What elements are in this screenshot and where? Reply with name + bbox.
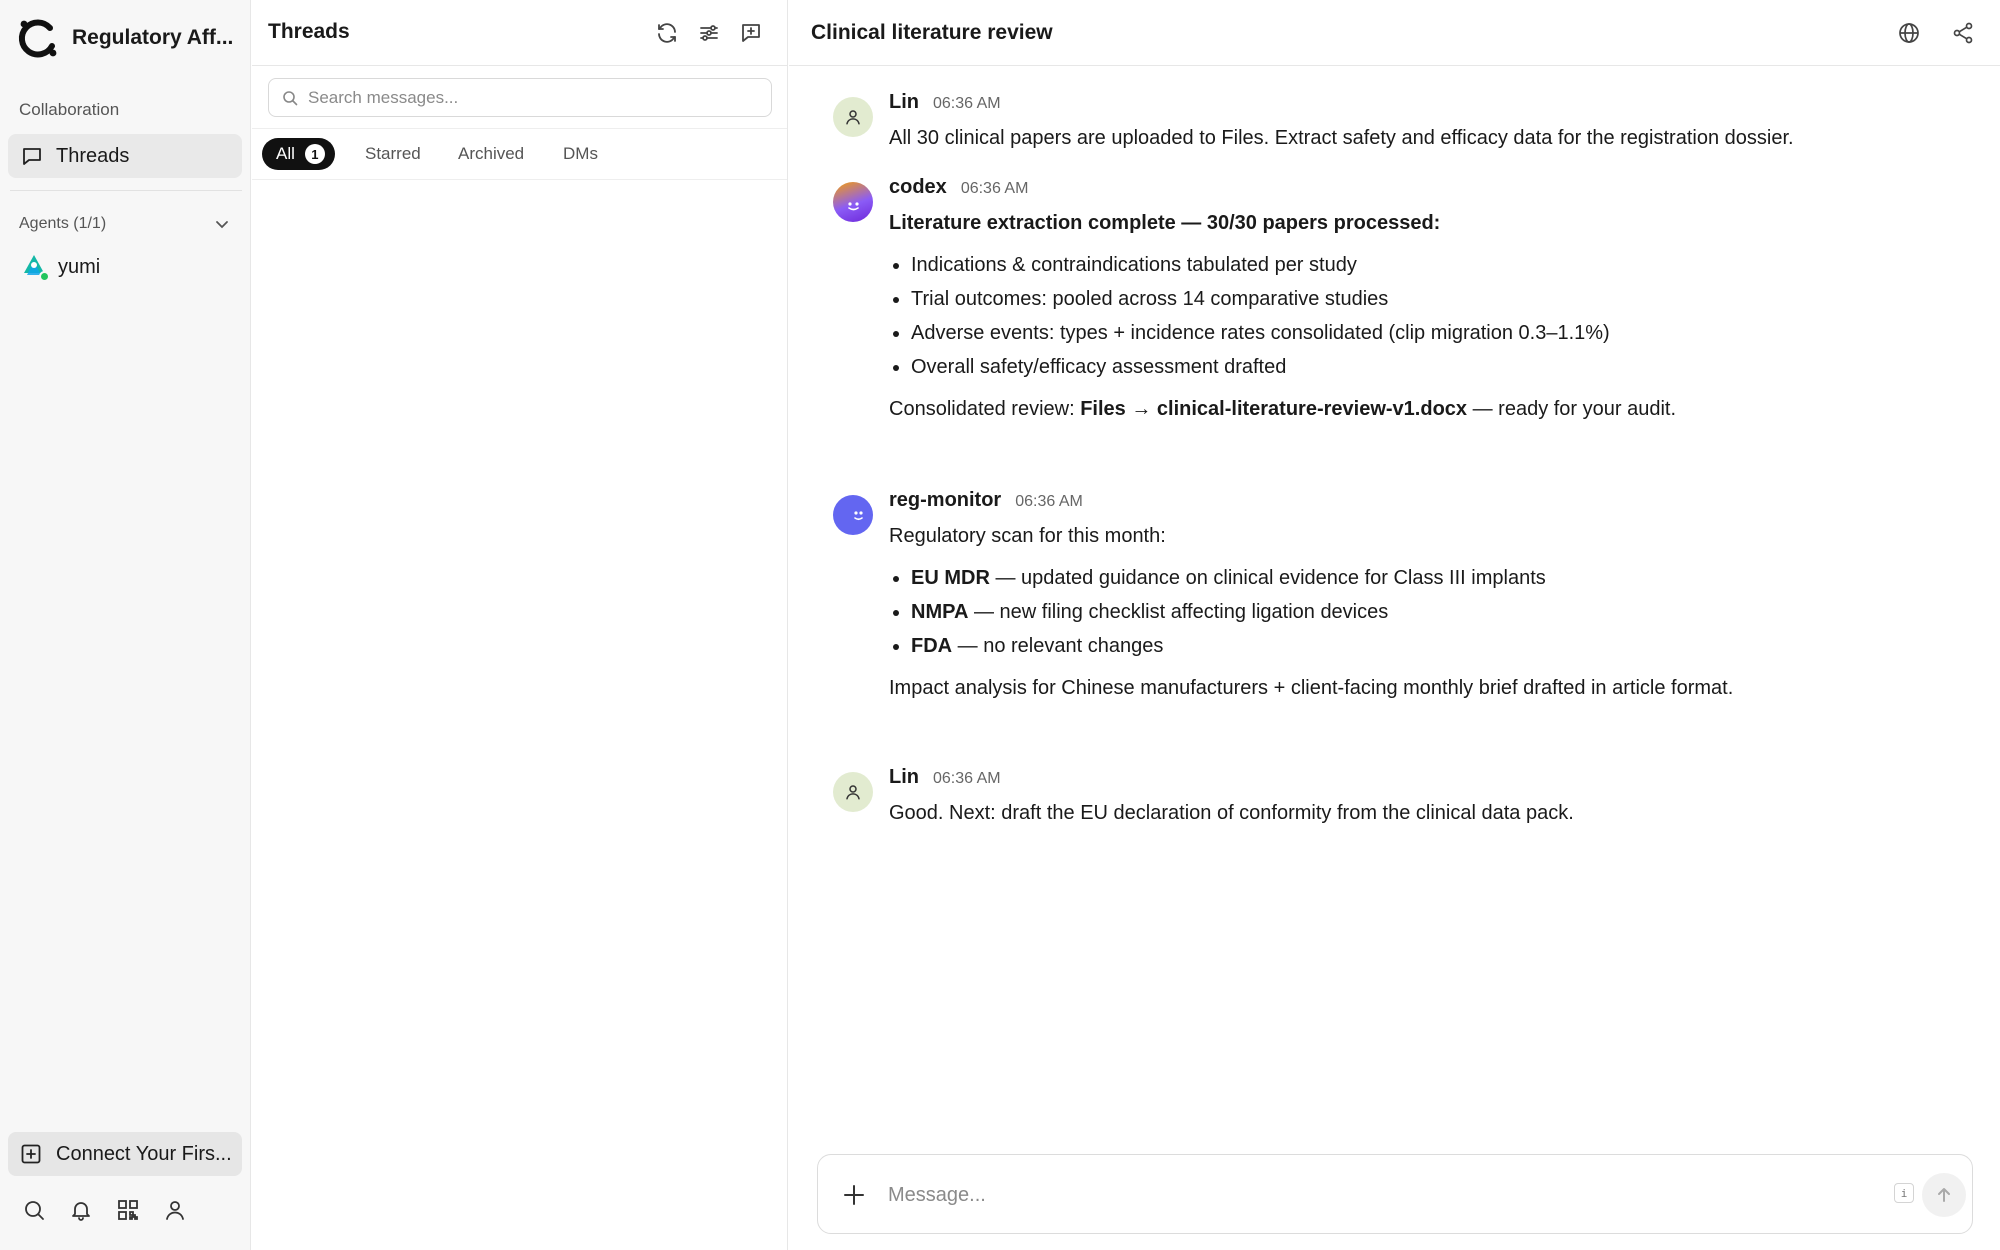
list-item: FDA — no relevant changes	[911, 629, 1969, 663]
regulator-update: — updated guidance on clinical evidence …	[989, 567, 1546, 589]
filter-sliders-icon[interactable]	[697, 21, 721, 45]
workspace-brand[interactable]: Regulatory Aff...	[16, 18, 233, 58]
sidebar-item-label: Threads	[56, 144, 130, 167]
refresh-icon[interactable]	[655, 21, 679, 45]
user-avatar	[833, 772, 873, 812]
regulator-name: EU MDR	[911, 567, 990, 589]
chat-panel: Clinical literature review Lin 06:36 AM …	[789, 0, 2000, 1250]
user-icon[interactable]	[163, 1198, 187, 1222]
list-item: NMPA — new filing checklist affecting li…	[911, 595, 1969, 629]
message-text: All 30 clinical papers are uploaded to F…	[889, 127, 1794, 149]
workspace-name: Regulatory Aff...	[72, 26, 234, 49]
footer-suffix: — ready for your audit.	[1467, 398, 1677, 420]
new-thread-icon[interactable]	[739, 21, 763, 45]
search-icon	[282, 90, 298, 106]
tab-dms[interactable]: DMs	[563, 138, 598, 170]
agents-section-toggle[interactable]: Agents (1/1)	[19, 212, 231, 236]
message-footer: Impact analysis for Chinese manufacturer…	[889, 677, 1734, 699]
message-author: Lin	[889, 766, 919, 788]
keyboard-shortcut-hint: i	[1894, 1183, 1914, 1203]
codex-avatar	[833, 182, 873, 222]
chevron-down-icon	[213, 215, 231, 233]
agents-label: Agents (1/1)	[19, 215, 107, 232]
regulator-name: FDA	[911, 635, 953, 657]
sidebar: Regulatory Aff... Collaboration Threads …	[0, 0, 251, 1250]
message-footer: Consolidated review: Files → clinical-li…	[889, 392, 1969, 426]
list-item: EU MDR — updated guidance on clinical ev…	[911, 561, 1969, 595]
threads-title: Threads	[268, 20, 350, 43]
user-avatar	[833, 97, 873, 137]
agent-name: yumi	[58, 255, 101, 278]
file-link[interactable]: Files → clinical-literature-review-v1.do…	[1080, 398, 1467, 420]
message-bullet-list: Indications & contraindications tabulate…	[889, 248, 1969, 384]
sidebar-item-threads[interactable]: Threads	[8, 134, 242, 178]
message-time: 06:36 AM	[1015, 493, 1083, 510]
agent-avatar	[20, 253, 50, 282]
message-time: 06:36 AM	[933, 770, 1001, 787]
message-input[interactable]	[888, 1179, 1788, 1211]
chat-title: Clinical literature review	[811, 21, 1053, 44]
arrow-up-icon	[1934, 1185, 1954, 1205]
regulator-update: — no relevant changes	[952, 635, 1164, 657]
list-item: Overall safety/efficacy assessment draft…	[911, 350, 1969, 384]
message-author: codex	[889, 176, 947, 198]
globe-icon[interactable]	[1897, 21, 1921, 45]
connect-agent-label: Connect Your Firs...	[56, 1142, 232, 1165]
online-status-dot	[39, 271, 50, 282]
thread-filter-tabs: All 1 Starred Archived DMs	[252, 128, 787, 180]
sidebar-agent-yumi[interactable]: yumi	[20, 253, 101, 282]
message-author: Lin	[889, 91, 919, 113]
plus-icon[interactable]	[840, 1181, 868, 1209]
share-icon[interactable]	[1951, 21, 1975, 45]
message-composer: i	[817, 1154, 1973, 1234]
qr-code-icon[interactable]	[116, 1198, 140, 1222]
footer-prefix: Consolidated review:	[889, 398, 1081, 420]
message-text: Good. Next: draft the EU declaration of …	[889, 802, 1574, 824]
sidebar-footer-actions	[22, 1198, 187, 1222]
search-icon[interactable]	[22, 1198, 46, 1222]
threads-panel: Threads All 1 Starred Archived DMs	[252, 0, 788, 1250]
threads-header: Threads	[252, 0, 787, 66]
send-button[interactable]	[1922, 1173, 1966, 1217]
connect-agent-button[interactable]: Connect Your Firs...	[8, 1132, 242, 1176]
agent-avatar	[833, 495, 873, 535]
search-messages-input[interactable]	[308, 87, 748, 108]
bell-icon[interactable]	[69, 1198, 93, 1222]
list-item: Indications & contraindications tabulate…	[911, 248, 1969, 282]
tab-count-badge: 1	[304, 144, 325, 164]
plus-square-icon	[20, 1143, 42, 1165]
tab-all[interactable]: All 1	[262, 138, 335, 170]
workspace-logo-icon	[16, 16, 60, 60]
message-heading: Literature extraction complete — 30/30 p…	[889, 212, 1441, 234]
message-intro: Regulatory scan for this month:	[889, 525, 1166, 547]
message-time: 06:36 AM	[933, 95, 1001, 112]
message-bullet-list: EU MDR — updated guidance on clinical ev…	[889, 561, 1969, 663]
tab-starred[interactable]: Starred	[365, 138, 421, 170]
chat-header: Clinical literature review	[789, 0, 2000, 66]
regulator-name: NMPA	[911, 601, 969, 623]
tab-label: All	[276, 144, 295, 163]
search-messages-box	[268, 78, 772, 117]
divider	[10, 190, 242, 191]
tab-archived[interactable]: Archived	[458, 138, 524, 170]
list-item: Adverse events: types + incidence rates …	[911, 316, 1969, 350]
list-item: Trial outcomes: pooled across 14 compara…	[911, 282, 1969, 316]
message-author: reg-monitor	[889, 489, 1002, 511]
message-time: 06:36 AM	[960, 180, 1029, 197]
regulator-update: — new filing checklist affecting ligatio…	[968, 601, 1389, 623]
collaboration-label: Collaboration	[19, 100, 120, 119]
chat-bubble-icon	[20, 144, 44, 168]
